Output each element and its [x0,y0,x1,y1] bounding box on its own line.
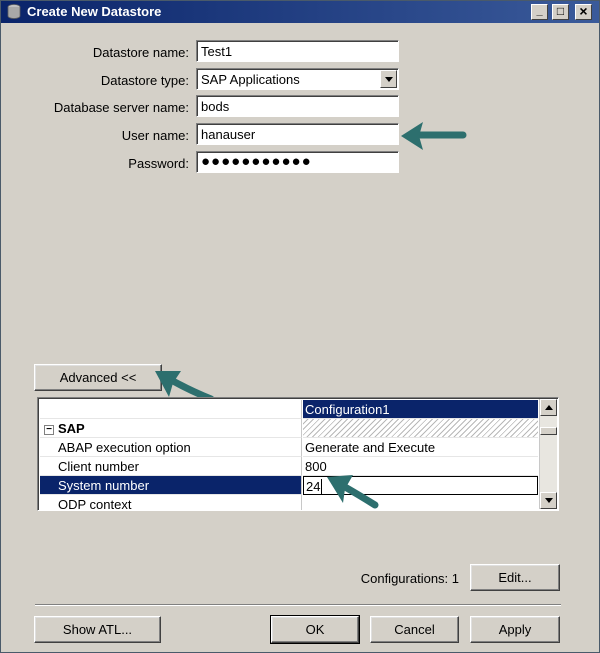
datastore-name-label: Datastore name: [92,45,189,60]
config-column-header[interactable]: Configuration1 [303,400,538,419]
ok-button[interactable]: OK [270,615,360,644]
group-value-cell [303,419,538,438]
dropdown-arrow-icon[interactable] [380,70,397,88]
configuration-grid[interactable]: Configuration1 − SAP ABAP execution optio… [37,397,559,511]
configurations-count: Configurations: 1 [360,571,459,586]
user-name-label: User name: [121,128,189,143]
annotation-arrow-icon [327,475,379,509]
property-value: 24 [306,479,321,494]
show-atl-button[interactable]: Show ATL... [34,616,161,643]
property-value[interactable]: Generate and Execute [303,438,538,457]
datastore-type-select[interactable]: SAP Applications [196,68,399,90]
advanced-button[interactable]: Advanced << [34,364,162,391]
annotation-arrow-icon [401,122,467,150]
property-name: ABAP execution option [40,438,302,457]
edit-button[interactable]: Edit... [470,564,560,591]
apply-button[interactable]: Apply [470,616,560,643]
grid-header-blank [40,400,302,419]
db-server-field[interactable]: bods [196,95,399,117]
property-name: Client number [40,457,302,476]
db-server-label: Database server name: [53,100,189,115]
maximize-icon[interactable]: □ [552,4,569,20]
window-title: Create New Datastore [27,4,162,19]
scroll-up-icon[interactable] [540,399,557,416]
create-datastore-dialog: Create New Datastore _ □ × Datastore nam… [0,0,600,653]
cancel-button[interactable]: Cancel [370,616,459,643]
user-name-field[interactable]: hanauser [196,123,399,145]
scroll-thumb[interactable] [540,427,557,435]
scroll-down-icon[interactable] [540,492,557,509]
datastore-name-field[interactable]: Test1 [196,40,399,62]
group-cell[interactable]: − SAP [40,419,302,438]
password-field[interactable]: ●●●●●●●●●●● [196,151,399,173]
title-bar: Create New Datastore _ □ × [1,1,599,23]
close-icon[interactable]: × [575,4,592,20]
grid-scrollbar[interactable] [539,399,557,509]
property-name: System number [40,476,302,495]
datastore-type-label: Datastore type: [100,73,189,88]
datastore-type-value: SAP Applications [201,72,300,87]
datastore-icon [7,4,21,19]
property-name: ODP context [40,495,302,510]
password-label: Password: [128,156,189,171]
group-name: SAP [58,421,85,436]
footer-separator [35,604,561,606]
collapse-toggle-icon[interactable]: − [44,425,54,435]
minimize-icon[interactable]: _ [531,4,548,20]
